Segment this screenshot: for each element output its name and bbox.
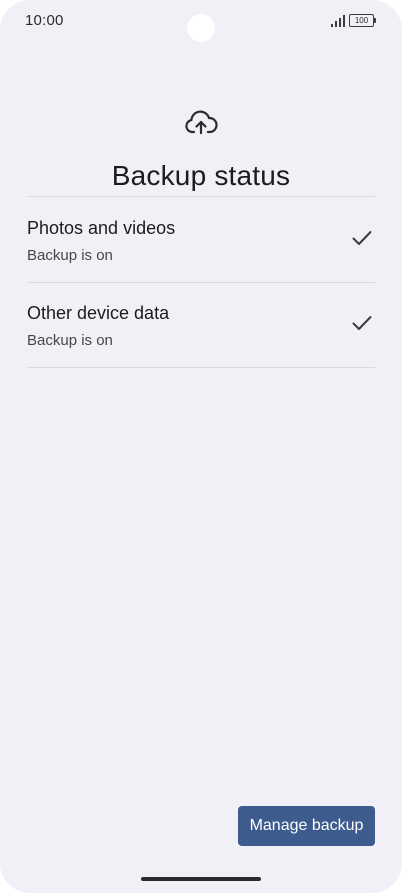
item-title: Photos and videos — [27, 218, 176, 238]
item-subtitle: Backup is on — [27, 247, 113, 264]
cloud-upload-icon — [185, 110, 218, 135]
status-item-photos: Photos and videos Backup is on — [27, 198, 375, 282]
home-indicator[interactable] — [141, 877, 261, 881]
item-subtitle: Backup is on — [27, 332, 113, 349]
status-time: 10:00 — [25, 12, 64, 29]
check-icon — [352, 231, 372, 245]
signal-icon — [331, 15, 345, 27]
divider — [27, 367, 375, 368]
manage-backup-button[interactable]: Manage backup — [238, 806, 375, 846]
battery-icon: 100 — [349, 14, 377, 27]
battery-level: 100 — [349, 14, 374, 27]
item-title: Other device data — [27, 303, 170, 323]
divider — [27, 196, 375, 197]
status-item-device-data: Other device data Backup is on — [27, 283, 375, 367]
camera-cutout — [187, 14, 215, 42]
check-icon — [352, 316, 372, 330]
page-title: Backup status — [111, 160, 291, 191]
phone-screen: 10:00 100 Backup status Photos and video… — [0, 0, 402, 893]
status-bar: 10:00 100 — [0, 0, 402, 44]
